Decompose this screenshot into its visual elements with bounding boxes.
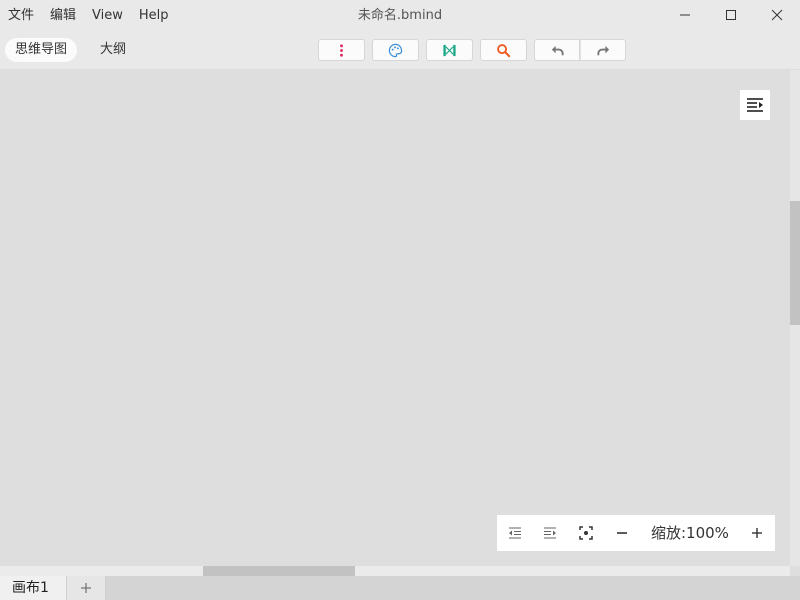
vertical-scrollbar-thumb[interactable] xyxy=(790,201,800,325)
plus-icon xyxy=(81,583,91,593)
menu-view[interactable]: View xyxy=(84,0,131,32)
close-icon xyxy=(771,9,783,21)
minimize-button[interactable] xyxy=(662,0,708,30)
fit-center-button[interactable] xyxy=(577,524,595,542)
maximize-icon xyxy=(726,10,736,20)
undo-button[interactable] xyxy=(534,39,580,61)
horizontal-scrollbar[interactable] xyxy=(0,566,790,576)
tab-outline[interactable]: 大纲 xyxy=(90,38,136,62)
redo-button[interactable] xyxy=(580,39,626,61)
app-window: 文件 编辑 View Help 未命名.bmind 思维导图 大纲 缩放:100… xyxy=(0,0,800,600)
window-controls xyxy=(662,0,800,32)
outline-panel-toggle[interactable] xyxy=(740,90,770,120)
sheet-tab-bar: 画布1 xyxy=(0,576,800,600)
redo-icon xyxy=(596,45,609,55)
structure-button[interactable] xyxy=(426,39,473,61)
more-button[interactable] xyxy=(318,39,365,61)
tab-mindmap[interactable]: 思维导图 xyxy=(5,38,78,62)
add-sheet-button[interactable] xyxy=(66,576,106,600)
outline-list-icon xyxy=(747,98,763,112)
menu-help[interactable]: Help xyxy=(131,0,177,32)
structure-icon xyxy=(443,44,456,56)
menu-edit[interactable]: 编辑 xyxy=(42,0,84,32)
menu-bar: 文件 编辑 View Help xyxy=(0,0,177,32)
search-icon xyxy=(497,43,511,57)
search-button[interactable] xyxy=(480,39,527,61)
horizontal-scrollbar-thumb[interactable] xyxy=(203,566,355,576)
close-button[interactable] xyxy=(754,0,800,30)
mindmap-canvas[interactable] xyxy=(0,70,790,566)
outdent-icon xyxy=(509,527,521,539)
focus-center-icon xyxy=(579,526,593,540)
sheet-tab[interactable]: 画布1 xyxy=(0,576,66,600)
theme-button[interactable] xyxy=(372,39,419,61)
indent-icon xyxy=(544,527,556,539)
plus-icon xyxy=(752,528,762,538)
collapse-all-button[interactable] xyxy=(506,524,524,542)
zoom-panel: 缩放:100% xyxy=(497,515,775,551)
toolbar: 思维导图 大纲 xyxy=(0,32,800,70)
more-vertical-icon xyxy=(340,43,343,57)
menu-file[interactable]: 文件 xyxy=(0,0,42,32)
title-bar: 文件 编辑 View Help 未命名.bmind xyxy=(0,0,800,32)
zoom-in-button[interactable] xyxy=(748,524,766,542)
maximize-button[interactable] xyxy=(708,0,754,30)
undo-icon xyxy=(551,45,564,55)
minimize-icon xyxy=(680,14,690,16)
zoom-level-label: 缩放:100% xyxy=(651,524,729,542)
palette-icon xyxy=(388,43,403,57)
minus-icon xyxy=(617,532,627,534)
expand-all-button[interactable] xyxy=(541,524,559,542)
zoom-out-button[interactable] xyxy=(613,524,631,542)
